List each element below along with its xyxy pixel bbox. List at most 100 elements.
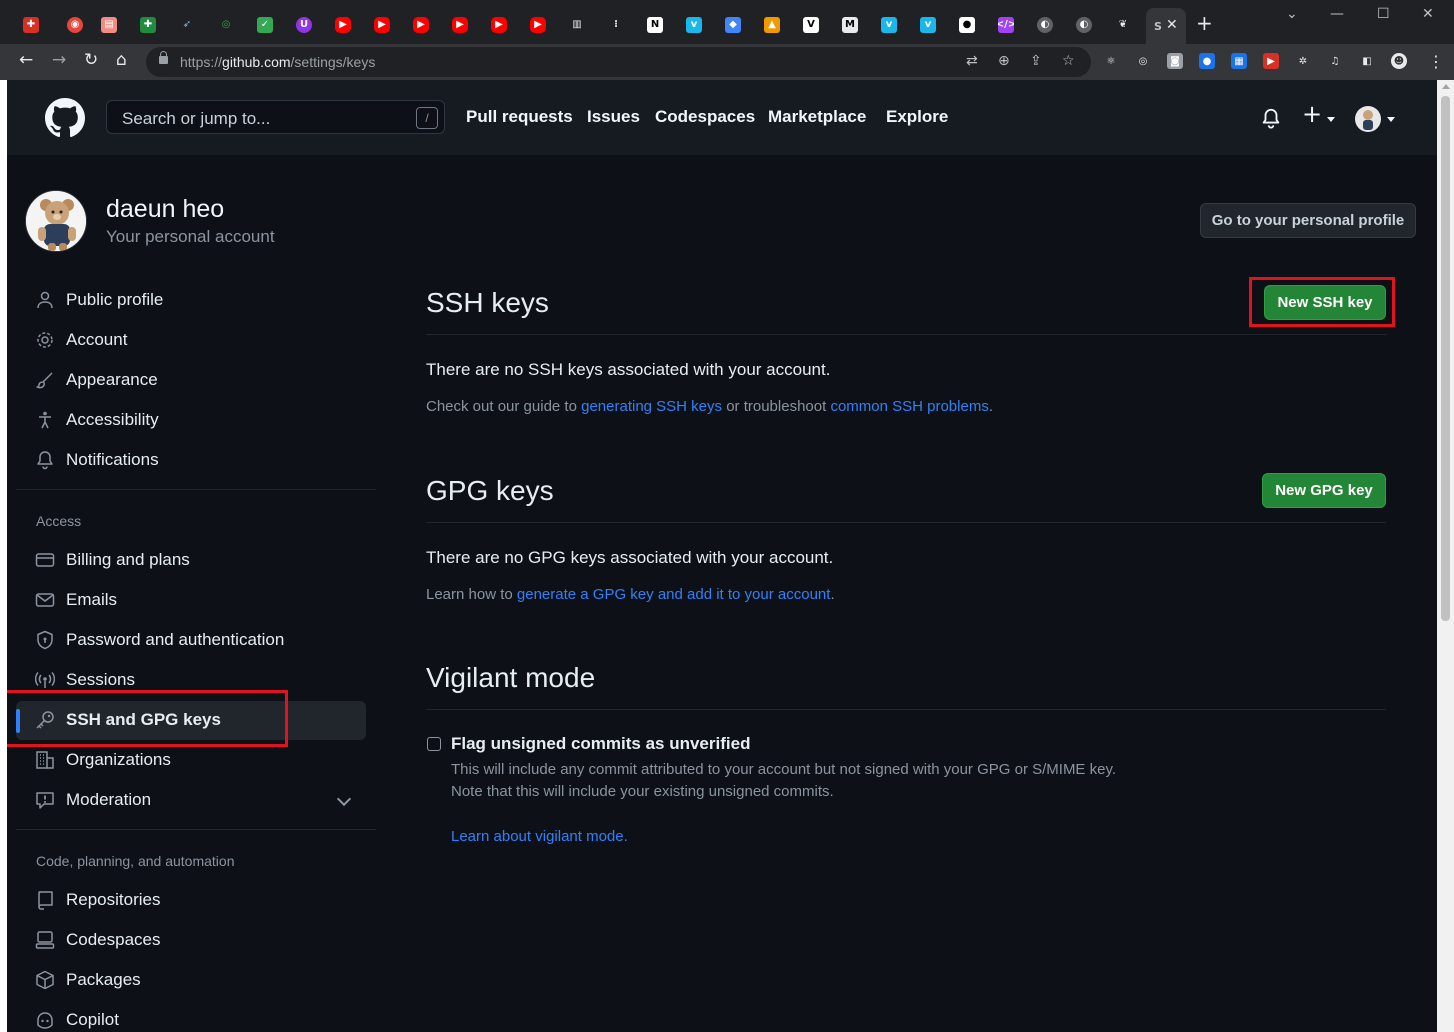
media-control-icon[interactable]: ♫	[1327, 53, 1343, 69]
sidebar-item-packages[interactable]: Packages	[35, 969, 141, 991]
tab-vimeo-2[interactable]: v	[876, 12, 902, 38]
sidebar-item-appearance[interactable]: Appearance	[35, 369, 158, 391]
extensions-puzzle-icon[interactable]: ✲	[1295, 53, 1311, 69]
tab-globe-1[interactable]: ◐	[1032, 12, 1058, 38]
flag-unsigned-commits-checkbox[interactable]	[427, 737, 441, 751]
tab-gift[interactable]: ✚	[18, 12, 44, 38]
create-new-plus-icon[interactable]: +	[1302, 102, 1322, 126]
youtube-icon: ▶	[452, 17, 468, 33]
user-avatar-menu[interactable]	[1355, 106, 1381, 132]
scrollbar-thumb[interactable]	[1441, 96, 1450, 621]
tab-check[interactable]: ✓	[252, 12, 278, 38]
tab-youtube-1[interactable]: ▶	[330, 12, 356, 38]
go-to-profile-button[interactable]: Go to your personal profile	[1200, 203, 1416, 238]
tab-note[interactable]: ▤	[96, 12, 122, 38]
tab-grid[interactable]: ✚	[135, 12, 161, 38]
common-ssh-problems-link[interactable]: common SSH problems	[830, 398, 988, 415]
chevron-down-icon[interactable]	[336, 791, 352, 807]
learn-vigilant-mode-link[interactable]: Learn about vigilant mode	[451, 828, 624, 845]
translate-icon[interactable]: ⇄	[966, 54, 978, 68]
generating-ssh-keys-link[interactable]: generating SSH keys	[581, 398, 722, 415]
grid-extension-icon[interactable]: ▦	[1231, 53, 1247, 69]
sidebar-item-account[interactable]: Account	[35, 329, 127, 351]
sidebar-item-organizations[interactable]: Organizations	[35, 749, 171, 771]
tab-sync[interactable]: ◉	[62, 12, 88, 38]
target-extension-icon[interactable]: ◎	[1135, 53, 1151, 69]
nav-codespaces[interactable]: Codespaces	[655, 107, 755, 127]
minimize-button[interactable]: —	[1330, 6, 1344, 22]
tab-maps[interactable]: ◆	[720, 12, 746, 38]
sidebar-item-public-profile[interactable]: Public profile	[35, 289, 163, 311]
sidebar-item-password[interactable]: Password and authentication	[35, 629, 284, 651]
generate-gpg-key-link[interactable]: generate a GPG key and add it to your ac…	[517, 586, 831, 603]
github-logo-icon[interactable]	[45, 98, 85, 138]
create-dropdown-caret-icon[interactable]	[1327, 117, 1335, 122]
sidebar-item-copilot[interactable]: Copilot	[35, 1009, 119, 1031]
tab-vimeo-1[interactable]: v	[681, 12, 707, 38]
tab-ublock[interactable]: U	[291, 12, 317, 38]
url-text[interactable]: https://github.com/settings/keys	[180, 54, 375, 70]
nav-explore[interactable]: Explore	[886, 107, 948, 127]
tab-m[interactable]: M	[837, 12, 863, 38]
tab-close-icon[interactable]: ✕	[1166, 17, 1178, 33]
sidebar-item-moderation[interactable]: Moderation	[35, 789, 151, 811]
package-icon	[36, 970, 54, 990]
react-devtools-icon[interactable]: ⚛	[1103, 53, 1119, 69]
tab-gcp[interactable]: ▲	[759, 12, 785, 38]
maximize-button[interactable]: ☐	[1377, 6, 1390, 22]
tab-globe-2[interactable]: ◐	[1071, 12, 1097, 38]
tab-leaf[interactable]: ❦	[1110, 12, 1136, 38]
notifications-bell-icon[interactable]	[1260, 107, 1282, 129]
sidebar-item-codespaces[interactable]: Codespaces	[35, 929, 161, 951]
sidebar-item-repositories[interactable]: Repositories	[35, 889, 161, 911]
sidebar-item-billing[interactable]: Billing and plans	[35, 549, 190, 571]
nav-marketplace[interactable]: Marketplace	[768, 107, 866, 127]
user-dropdown-caret-icon[interactable]	[1387, 117, 1395, 122]
close-window-button[interactable]: ✕	[1422, 6, 1434, 22]
scroll-up-arrow-icon[interactable]	[1442, 84, 1450, 89]
blue-extension-icon[interactable]: ●	[1199, 53, 1215, 69]
tab-dots[interactable]: ⁝	[603, 12, 629, 38]
sidebar-item-notifications[interactable]: Notifications	[35, 449, 159, 471]
tab-youtube-5[interactable]: ▶	[486, 12, 512, 38]
address-bar[interactable]: https://github.com/settings/keys ⇄ ⊕ ⇪ ☆	[146, 47, 1091, 77]
tab-search-icon[interactable]: ⌄	[1286, 6, 1298, 22]
nav-issues[interactable]: Issues	[587, 107, 640, 127]
browser-profile-avatar[interactable]: ☻	[1391, 53, 1407, 69]
sidebar-item-accessibility[interactable]: Accessibility	[35, 409, 159, 431]
tab-notion[interactable]: N	[642, 12, 668, 38]
new-gpg-key-button[interactable]: New GPG key	[1262, 473, 1386, 508]
tab-code[interactable]: </>	[993, 12, 1019, 38]
flag-unsigned-commits-label[interactable]: Flag unsigned commits as unverified	[451, 734, 750, 754]
bookmark-star-icon[interactable]: ☆	[1062, 54, 1075, 68]
tab-youtube-3[interactable]: ▶	[408, 12, 434, 38]
tab-book[interactable]: ▥	[564, 12, 590, 38]
sidebar-item-sessions[interactable]: Sessions	[35, 669, 135, 691]
tab-whatsapp[interactable]: ◎	[213, 12, 239, 38]
tab-youtube-4[interactable]: ▶	[447, 12, 473, 38]
back-button[interactable]: ←	[19, 52, 33, 69]
tab-vimeo-3[interactable]: v	[915, 12, 941, 38]
forward-button[interactable]: →	[52, 52, 66, 69]
zoom-icon[interactable]: ⊕	[998, 54, 1010, 68]
reload-button[interactable]: ↻	[84, 52, 98, 69]
camera-extension-icon[interactable]: ◙	[1167, 53, 1183, 69]
page-scrollbar[interactable]	[1437, 80, 1454, 1032]
home-button[interactable]: ⌂	[116, 52, 127, 69]
sidebar-item-emails[interactable]: Emails	[35, 589, 117, 611]
tab-youtube-6[interactable]: ▶	[525, 12, 551, 38]
browser-menu-icon[interactable]: ⋮	[1428, 52, 1444, 71]
search-input[interactable]: Search or jump to... /	[106, 100, 445, 134]
new-tab-button[interactable]: +	[1196, 13, 1213, 33]
tab-va[interactable]: V	[798, 12, 824, 38]
tab-medium[interactable]: ●	[954, 12, 980, 38]
account-name[interactable]: daeun heo	[106, 195, 224, 224]
side-panel-icon[interactable]: ◧	[1359, 53, 1375, 69]
youtube-extension-icon[interactable]: ▶	[1263, 53, 1279, 69]
nav-pull-requests[interactable]: Pull requests	[466, 107, 573, 127]
share-icon[interactable]: ⇪	[1030, 54, 1042, 68]
tab-youtube-2[interactable]: ▶	[369, 12, 395, 38]
tab-active-github[interactable]: S ✕	[1146, 8, 1186, 44]
tab-bird[interactable]: ➶	[174, 12, 200, 38]
bear-avatar-icon	[1363, 110, 1373, 130]
